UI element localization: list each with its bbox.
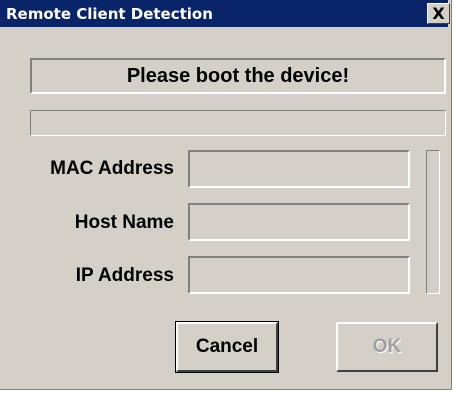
mac-address-label: MAC Address bbox=[50, 158, 174, 179]
mac-address-field[interactable] bbox=[188, 150, 410, 188]
window-title: Remote Client Detection bbox=[6, 5, 213, 23]
ip-address-label: IP Address bbox=[75, 265, 174, 286]
cancel-button[interactable]: Cancel bbox=[175, 321, 279, 373]
ok-button-label: OK bbox=[372, 336, 402, 357]
host-name-label: Host Name bbox=[74, 212, 174, 233]
cancel-button-label: Cancel bbox=[195, 336, 259, 357]
status-message-panel: Please boot the device! bbox=[30, 58, 446, 94]
close-icon: X bbox=[432, 3, 445, 23]
host-name-field[interactable] bbox=[188, 203, 410, 241]
progress-bar bbox=[30, 110, 446, 136]
status-message: Please boot the device! bbox=[126, 64, 350, 87]
title-bar[interactable]: Remote Client Detection bbox=[0, 0, 448, 27]
close-button[interactable]: X bbox=[427, 3, 450, 24]
ip-address-field[interactable] bbox=[188, 256, 410, 294]
vertical-scrollbar[interactable] bbox=[426, 150, 440, 294]
remote-client-detection-dialog: Remote Client Detection X Please boot th… bbox=[0, 0, 452, 390]
ok-button: OK bbox=[336, 322, 438, 372]
